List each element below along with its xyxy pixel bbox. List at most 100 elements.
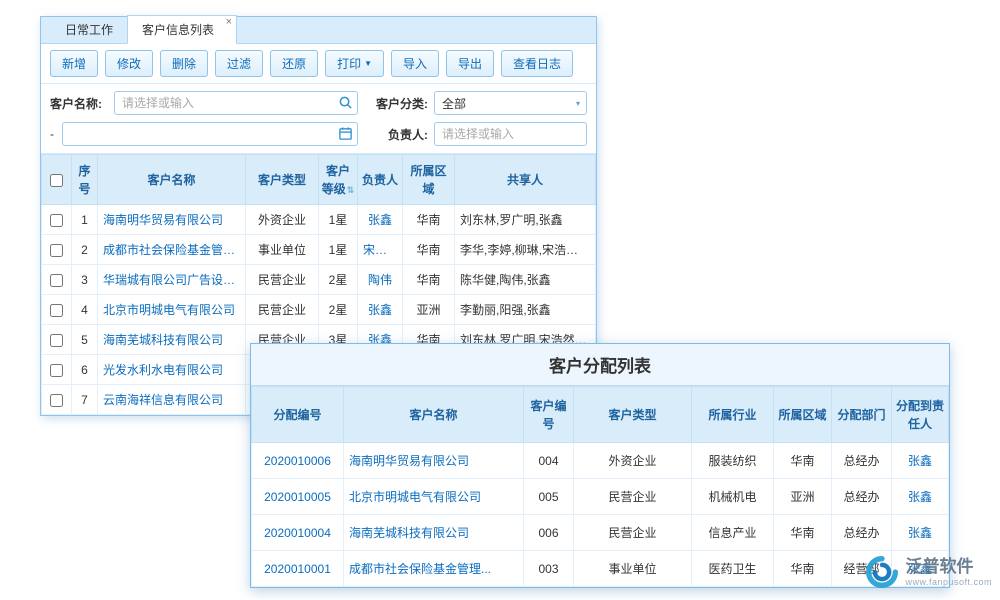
cell-row-number: 4 [72,295,98,325]
sort-icon[interactable]: ⇅ [347,185,355,195]
col-header-shared: 共享人 [455,155,596,205]
customer-name-input[interactable] [114,91,358,115]
toolbar: 新增 修改 删除 过滤 还原 打印 ▼ 导入 导出 查看日志 [41,44,596,84]
cell-customer-name[interactable]: 华瑞城有限公司广告设计部 [98,265,246,295]
col-header-customer-type: 客户类型 [574,387,692,443]
filter-row-2: - 负责人: [50,122,587,146]
cell-customer-type: 事业单位 [574,551,692,587]
cell-customer-type: 民营企业 [246,265,319,295]
cell-customer-name[interactable]: 海南芜城科技有限公司 [344,515,524,551]
cell-allocation-number[interactable]: 2020010006 [252,443,344,479]
select-caret-icon: ▾ [576,99,580,108]
cell-customer-type: 民营企业 [574,515,692,551]
cell-region: 华南 [774,551,832,587]
customer-row: 3华瑞城有限公司广告设计部民营企业2星陶伟华南陈华健,陶伟,张鑫 [42,265,596,295]
cell-customer-name[interactable]: 海南明华贸易有限公司 [98,205,246,235]
cell-customer-name[interactable]: 光发水利水电有限公司 [98,355,246,385]
calendar-icon[interactable] [338,126,353,141]
view-log-button[interactable]: 查看日志 [501,50,573,77]
cell-customer-name[interactable]: 北京市明城电气有限公司 [344,479,524,515]
row-checkbox[interactable] [50,334,63,347]
row-checkbox[interactable] [50,274,63,287]
date-input[interactable] [62,122,358,146]
cell-shared-with: 李勤丽,阳强,张鑫 [455,295,596,325]
manager-label: 负责人: [358,126,428,143]
manager-input[interactable] [434,122,587,146]
cell-allocation-dept: 总经办 [832,443,892,479]
tab-bar: 日常工作 客户信息列表 × [41,17,596,44]
cell-assignee[interactable]: 张鑫 [892,443,949,479]
cell-customer-number: 004 [524,443,574,479]
tab-customer-info-list[interactable]: 客户信息列表 × [127,15,237,44]
cell-allocation-number[interactable]: 2020010001 [252,551,344,587]
allocation-table: 分配编号 客户名称 客户编号 客户类型 所属行业 所属区域 分配部门 分配到责任… [251,386,949,587]
cell-manager[interactable]: 宋浩然 [358,235,403,265]
cell-customer-number: 003 [524,551,574,587]
delete-button[interactable]: 删除 [160,50,208,77]
col-header-region: 所属区域 [774,387,832,443]
customer-row: 4北京市明城电气有限公司民营企业2星张鑫亚洲李勤丽,阳强,张鑫 [42,295,596,325]
cell-customer-type: 民营企业 [574,479,692,515]
col-header-allocation-dept: 分配部门 [832,387,892,443]
cell-customer-name[interactable]: 海南明华贸易有限公司 [344,443,524,479]
customer-category-label: 客户分类: [358,95,428,112]
cell-manager[interactable]: 陶伟 [358,265,403,295]
cell-allocation-number[interactable]: 2020010004 [252,515,344,551]
col-header-customer-type: 客户类型 [246,155,319,205]
col-header-manager: 负责人 [358,155,403,205]
cell-region: 华南 [774,443,832,479]
chevron-down-icon: ▼ [364,59,372,68]
vendor-url: www.fanpusoft.com [905,577,992,587]
import-button[interactable]: 导入 [391,50,439,77]
cell-customer-name[interactable]: 云南海祥信息有限公司 [98,385,246,415]
col-header-customer-level[interactable]: 客户等级⇅ [319,155,358,205]
cell-region: 华南 [403,235,455,265]
cell-region: 华南 [774,515,832,551]
close-icon[interactable]: × [226,17,232,28]
select-all-checkbox[interactable] [50,174,63,187]
search-icon[interactable] [338,95,353,110]
col-header-region: 所属区域 [403,155,455,205]
row-checkbox[interactable] [50,214,63,227]
cell-allocation-number[interactable]: 2020010005 [252,479,344,515]
col-header-customer-number: 客户编号 [524,387,574,443]
col-header-customer-level-label: 客户等级 [322,164,350,196]
cell-customer-name[interactable]: 海南芜城科技有限公司 [98,325,246,355]
cell-allocation-dept: 总经办 [832,515,892,551]
cell-industry: 机械机电 [692,479,774,515]
cell-customer-level: 1星 [319,235,358,265]
cell-checkbox [42,205,72,235]
cell-row-number: 3 [72,265,98,295]
allocation-panel-title: 客户分配列表 [251,344,949,386]
row-checkbox[interactable] [50,364,63,377]
cell-assignee[interactable]: 张鑫 [892,479,949,515]
customer-table-header-row: 序号 客户名称 客户类型 客户等级⇅ 负责人 所属区域 共享人 [42,155,596,205]
cell-manager[interactable]: 张鑫 [358,205,403,235]
allocation-table-body: 2020010006海南明华贸易有限公司004外资企业服装纺织华南总经办张鑫20… [252,443,949,587]
cell-row-number: 6 [72,355,98,385]
cell-customer-name[interactable]: 成都市社会保险基金管理... [98,235,246,265]
cell-assignee[interactable]: 张鑫 [892,515,949,551]
row-checkbox[interactable] [50,394,63,407]
cell-row-number: 1 [72,205,98,235]
print-button[interactable]: 打印 ▼ [325,50,384,77]
cell-customer-name[interactable]: 北京市明城电气有限公司 [98,295,246,325]
tab-daily-work[interactable]: 日常工作 [51,16,127,43]
cell-shared-with: 刘东林,罗广明,张鑫 [455,205,596,235]
export-button[interactable]: 导出 [446,50,494,77]
row-checkbox[interactable] [50,244,63,257]
col-header-industry: 所属行业 [692,387,774,443]
cell-manager[interactable]: 张鑫 [358,295,403,325]
cell-allocation-dept: 总经办 [832,479,892,515]
restore-button[interactable]: 还原 [270,50,318,77]
allocation-table-header-row: 分配编号 客户名称 客户编号 客户类型 所属行业 所属区域 分配部门 分配到责任… [252,387,949,443]
customer-category-select[interactable]: 全部 ▾ [434,91,587,115]
cell-customer-type: 事业单位 [246,235,319,265]
row-checkbox[interactable] [50,304,63,317]
edit-button[interactable]: 修改 [105,50,153,77]
filter-button[interactable]: 过滤 [215,50,263,77]
add-button[interactable]: 新增 [50,50,98,77]
cell-customer-number: 006 [524,515,574,551]
allocation-row: 2020010004海南芜城科技有限公司006民营企业信息产业华南总经办张鑫 [252,515,949,551]
cell-customer-name[interactable]: 成都市社会保险基金管理... [344,551,524,587]
